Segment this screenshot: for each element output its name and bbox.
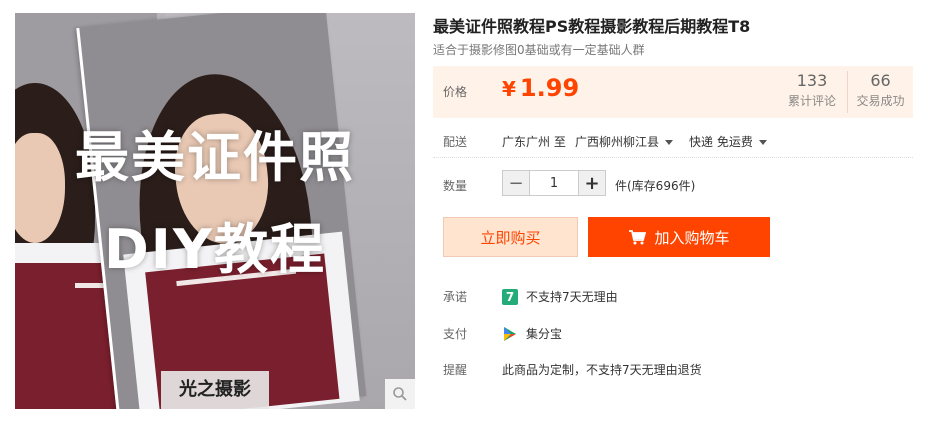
promise-value[interactable]: 7 不支持7天无理由 — [502, 288, 618, 305]
shipping-from: 广东广州 至 — [502, 135, 566, 149]
quantity-stepper: − + — [502, 170, 606, 196]
reminder-label: 提醒 — [443, 363, 468, 377]
promise-label: 承诺 — [443, 290, 468, 304]
stock-text: 件(库存696件) — [615, 179, 696, 193]
reviews-label: 累计评论 — [787, 94, 836, 108]
shipping-method: 快递 免运费 — [689, 135, 753, 149]
payment-row: 支付 集分宝 — [433, 322, 913, 342]
promise-row: 承诺 7 不支持7天无理由 — [433, 285, 913, 305]
shipping-destination: 广西柳州柳江县 — [575, 135, 660, 149]
reviews-stat[interactable]: 133 累计评论 — [779, 71, 845, 111]
price-panel: 价格 ¥1.99 133 累计评论 66 交易成功 — [433, 66, 913, 118]
reminder-row: 提醒 此商品为定制，不支持7天无理由退货 — [433, 358, 913, 378]
trades-stat: 66 交易成功 — [847, 71, 913, 113]
image-overlay-title: 最美证件照 — [75, 126, 355, 189]
add-to-cart-label: 加入购物车 — [654, 228, 730, 247]
price-label: 价格 — [443, 85, 468, 99]
add-to-cart-button[interactable]: 加入购物车 — [588, 217, 770, 257]
image-watermark: 光之摄影 — [161, 371, 269, 409]
quantity-row: 数量 − + 件(库存696件) — [433, 168, 913, 198]
image-overlay-subtitle: DIY教程 — [103, 218, 327, 281]
shipping-method-select[interactable]: 快递 免运费 — [689, 133, 767, 150]
quantity-label: 数量 — [443, 179, 468, 193]
jifenbao-icon — [502, 326, 518, 342]
shipping-label: 配送 — [443, 135, 468, 149]
chevron-down-icon — [758, 140, 767, 145]
reminder-text: 此商品为定制，不支持7天无理由退货 — [502, 363, 702, 377]
shipping-destination-select[interactable]: 广西柳州柳江县 — [575, 133, 674, 150]
payment-label: 支付 — [443, 327, 468, 341]
payment-value[interactable]: 集分宝 — [502, 325, 562, 342]
trades-count: 66 — [870, 71, 891, 90]
price-amount: 1.99 — [519, 74, 580, 102]
buy-now-button[interactable]: 立即购买 — [443, 217, 578, 257]
trades-label: 交易成功 — [856, 94, 905, 108]
currency-symbol: ¥ — [502, 77, 516, 101]
product-title: 最美证件照教程PS教程摄影教程后期教程T8 — [433, 17, 751, 36]
price-value: ¥1.99 — [502, 74, 579, 102]
quantity-decrease-button[interactable]: − — [503, 171, 529, 195]
chevron-down-icon — [665, 140, 674, 145]
promise-text: 不支持7天无理由 — [526, 290, 618, 304]
reviews-count: 133 — [796, 71, 828, 90]
cart-icon — [628, 229, 647, 245]
shipping-row: 配送 广东广州 至 广西柳州柳江县 快递 免运费 — [433, 124, 913, 158]
seven-day-badge-icon: 7 — [502, 288, 518, 305]
product-subtitle: 适合于摄影修图0基础或有一定基础人群 — [433, 43, 645, 57]
payment-text: 集分宝 — [526, 327, 563, 341]
quantity-input[interactable] — [529, 171, 579, 195]
product-main-image[interactable]: 最美证件照 DIY教程 光之摄影 — [15, 13, 415, 409]
quantity-increase-button[interactable]: + — [579, 171, 605, 195]
magnifier-icon[interactable] — [385, 379, 415, 409]
